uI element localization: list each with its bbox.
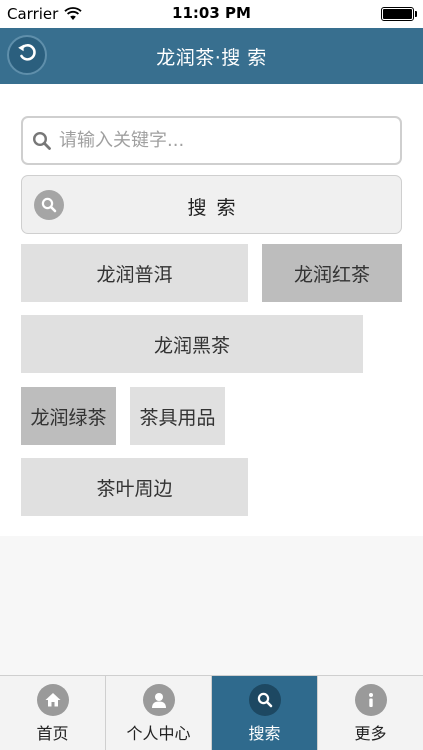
- back-arrow-icon: [16, 42, 38, 68]
- tab-home[interactable]: 首页: [0, 676, 106, 750]
- tab-label: 搜索: [248, 724, 281, 743]
- search-content: 搜 索 龙润普洱 龙润红茶 龙润黑茶 龙润绿茶 茶具用品 茶叶周边: [0, 84, 423, 536]
- search-icon: [32, 131, 52, 155]
- nav-bar: 龙润茶·搜 索: [0, 28, 423, 84]
- battery-icon: [381, 7, 417, 21]
- tab-label: 更多: [354, 724, 387, 743]
- search-icon: [248, 684, 281, 716]
- home-icon: [36, 684, 69, 716]
- status-time: 11:03 PM: [172, 4, 251, 22]
- tag-tea-ware[interactable]: 茶具用品: [130, 387, 225, 445]
- search-button[interactable]: 搜 索: [21, 175, 402, 234]
- tag-longrun-dark-tea[interactable]: 龙润黑茶: [21, 315, 363, 373]
- search-button-label: 搜 索: [187, 197, 238, 219]
- tag-longrun-black-tea[interactable]: 龙润红茶: [262, 244, 402, 302]
- tag-tea-accessories[interactable]: 茶叶周边: [21, 458, 248, 516]
- tab-bar: 首页 个人中心 搜索 更多: [0, 675, 423, 750]
- back-button[interactable]: [7, 35, 47, 75]
- status-bar: Carrier 11:03 PM: [0, 0, 423, 28]
- tag-longrun-puer[interactable]: 龙润普洱: [21, 244, 248, 302]
- user-icon: [142, 684, 175, 716]
- tab-search[interactable]: 搜索: [212, 676, 318, 750]
- search-box: [21, 116, 402, 165]
- info-icon: [354, 684, 387, 716]
- tab-label: 个人中心: [126, 724, 191, 743]
- page-title: 龙润茶·搜 索: [156, 47, 267, 69]
- tag-longrun-green-tea[interactable]: 龙润绿茶: [21, 387, 116, 445]
- tab-label: 首页: [36, 724, 69, 743]
- tab-more[interactable]: 更多: [318, 676, 423, 750]
- tab-personal-center[interactable]: 个人中心: [106, 676, 212, 750]
- search-input[interactable]: [59, 125, 389, 155]
